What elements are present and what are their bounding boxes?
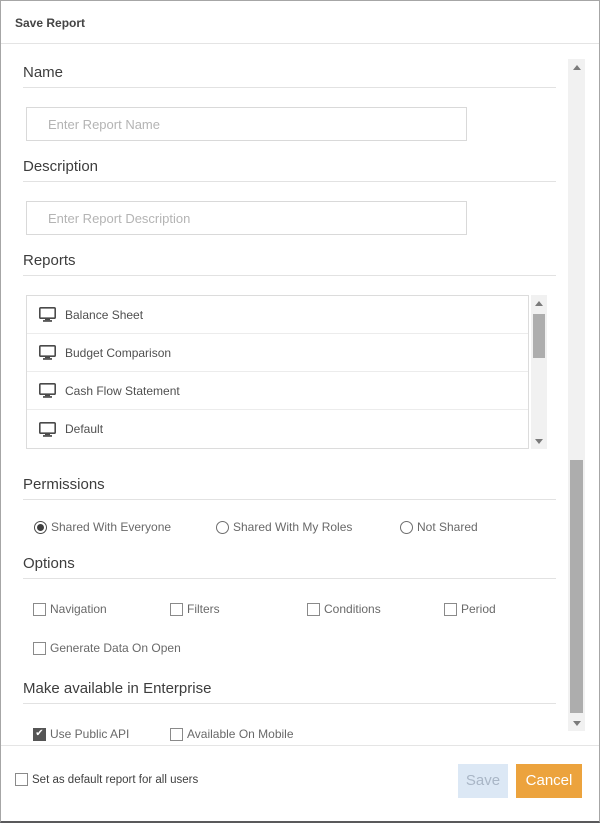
report-list-item[interactable]: Balance Sheet <box>27 296 528 334</box>
radio-selected-icon <box>34 521 47 534</box>
checkbox-set-as-default-report[interactable]: ✔ Set as default report for all users <box>15 773 198 786</box>
radio-unselected-icon <box>400 521 413 534</box>
checkbox-navigation[interactable]: ✔ Navigation <box>33 602 170 616</box>
options-section-header: Options <box>23 555 556 579</box>
radio-unselected-icon <box>216 521 229 534</box>
permissions-radio-group: Shared With Everyone Shared With My Role… <box>34 520 556 534</box>
dialog-title: Save Report <box>15 16 85 30</box>
monitor-icon <box>39 307 56 322</box>
dialog-content: Name Description Reports Balance Sheet B… <box>1 45 599 745</box>
dialog-footer: ✔ Set as default report for all users Sa… <box>1 745 599 821</box>
reports-list-scrollbar[interactable] <box>531 295 547 449</box>
save-button[interactable]: Save <box>458 764 508 798</box>
checkbox-filters[interactable]: ✔ Filters <box>170 602 307 616</box>
checkbox-icon: ✔ <box>444 603 457 616</box>
checkbox-period[interactable]: ✔ Period <box>444 602 496 616</box>
report-list-item[interactable]: Cash Flow Statement <box>27 372 528 410</box>
report-item-label: Budget Comparison <box>65 346 171 360</box>
radio-not-shared[interactable]: Not Shared <box>400 520 478 534</box>
checkbox-label: Generate Data On Open <box>50 641 181 655</box>
reports-list-scrollbar-thumb[interactable] <box>533 314 545 358</box>
enterprise-section-header: Make available in Enterprise <box>23 680 556 704</box>
checkbox-label: Navigation <box>50 602 107 616</box>
radio-shared-with-my-roles[interactable]: Shared With My Roles <box>216 520 400 534</box>
monitor-icon <box>39 383 56 398</box>
checkbox-label: Use Public API <box>50 727 129 741</box>
options-checkbox-row-1: ✔ Navigation ✔ Filters ✔ Conditions ✔ Pe… <box>33 602 556 616</box>
scroll-up-icon[interactable] <box>531 295 547 311</box>
checkbox-checked-icon: ✔ <box>33 728 46 741</box>
reports-listbox-wrap: Balance Sheet Budget Comparison Cash Flo… <box>26 295 556 449</box>
save-report-dialog: Save Report Name Description Reports Bal… <box>0 0 600 823</box>
report-list-item[interactable]: Default <box>27 410 528 448</box>
monitor-icon <box>39 422 56 437</box>
radio-label: Not Shared <box>417 520 478 534</box>
enterprise-checkbox-row: ✔ Use Public API ✔ Available On Mobile <box>33 727 556 741</box>
scroll-down-icon[interactable] <box>568 715 585 731</box>
report-item-label: Balance Sheet <box>65 308 143 322</box>
checkbox-icon: ✔ <box>33 603 46 616</box>
reports-listbox: Balance Sheet Budget Comparison Cash Flo… <box>26 295 529 449</box>
checkbox-icon: ✔ <box>15 773 28 786</box>
checkbox-label: Conditions <box>324 602 381 616</box>
report-item-label: Default <box>65 422 103 436</box>
checkbox-available-on-mobile[interactable]: ✔ Available On Mobile <box>170 727 294 741</box>
checkbox-icon: ✔ <box>33 642 46 655</box>
monitor-icon <box>39 345 56 360</box>
options-checkbox-row-2: ✔ Generate Data On Open <box>33 641 556 655</box>
checkbox-icon: ✔ <box>170 603 183 616</box>
scroll-down-icon[interactable] <box>531 433 547 449</box>
dialog-titlebar: Save Report <box>1 1 599 44</box>
reports-section-header: Reports <box>23 252 556 276</box>
dialog-scrollbar[interactable] <box>568 59 585 731</box>
radio-shared-with-everyone[interactable]: Shared With Everyone <box>34 520 216 534</box>
checkbox-generate-data-on-open[interactable]: ✔ Generate Data On Open <box>33 641 181 655</box>
checkbox-conditions[interactable]: ✔ Conditions <box>307 602 444 616</box>
permissions-section-header: Permissions <box>23 476 556 500</box>
checkbox-label: Filters <box>187 602 220 616</box>
checkbox-icon: ✔ <box>307 603 320 616</box>
report-list-item[interactable]: Budget Comparison <box>27 334 528 372</box>
scroll-up-icon[interactable] <box>568 59 585 75</box>
dialog-scrollbar-thumb[interactable] <box>570 460 583 713</box>
checkbox-label: Set as default report for all users <box>32 774 198 786</box>
report-item-label: Cash Flow Statement <box>65 384 180 398</box>
description-section-header: Description <box>23 158 556 182</box>
checkbox-label: Period <box>461 602 496 616</box>
checkbox-icon: ✔ <box>170 728 183 741</box>
report-description-input[interactable] <box>26 201 467 235</box>
radio-label: Shared With Everyone <box>51 520 171 534</box>
name-section-header: Name <box>23 64 556 88</box>
radio-label: Shared With My Roles <box>233 520 352 534</box>
report-name-input[interactable] <box>26 107 467 141</box>
checkbox-label: Available On Mobile <box>187 727 294 741</box>
checkbox-use-public-api[interactable]: ✔ Use Public API <box>33 727 170 741</box>
cancel-button[interactable]: Cancel <box>516 764 582 798</box>
